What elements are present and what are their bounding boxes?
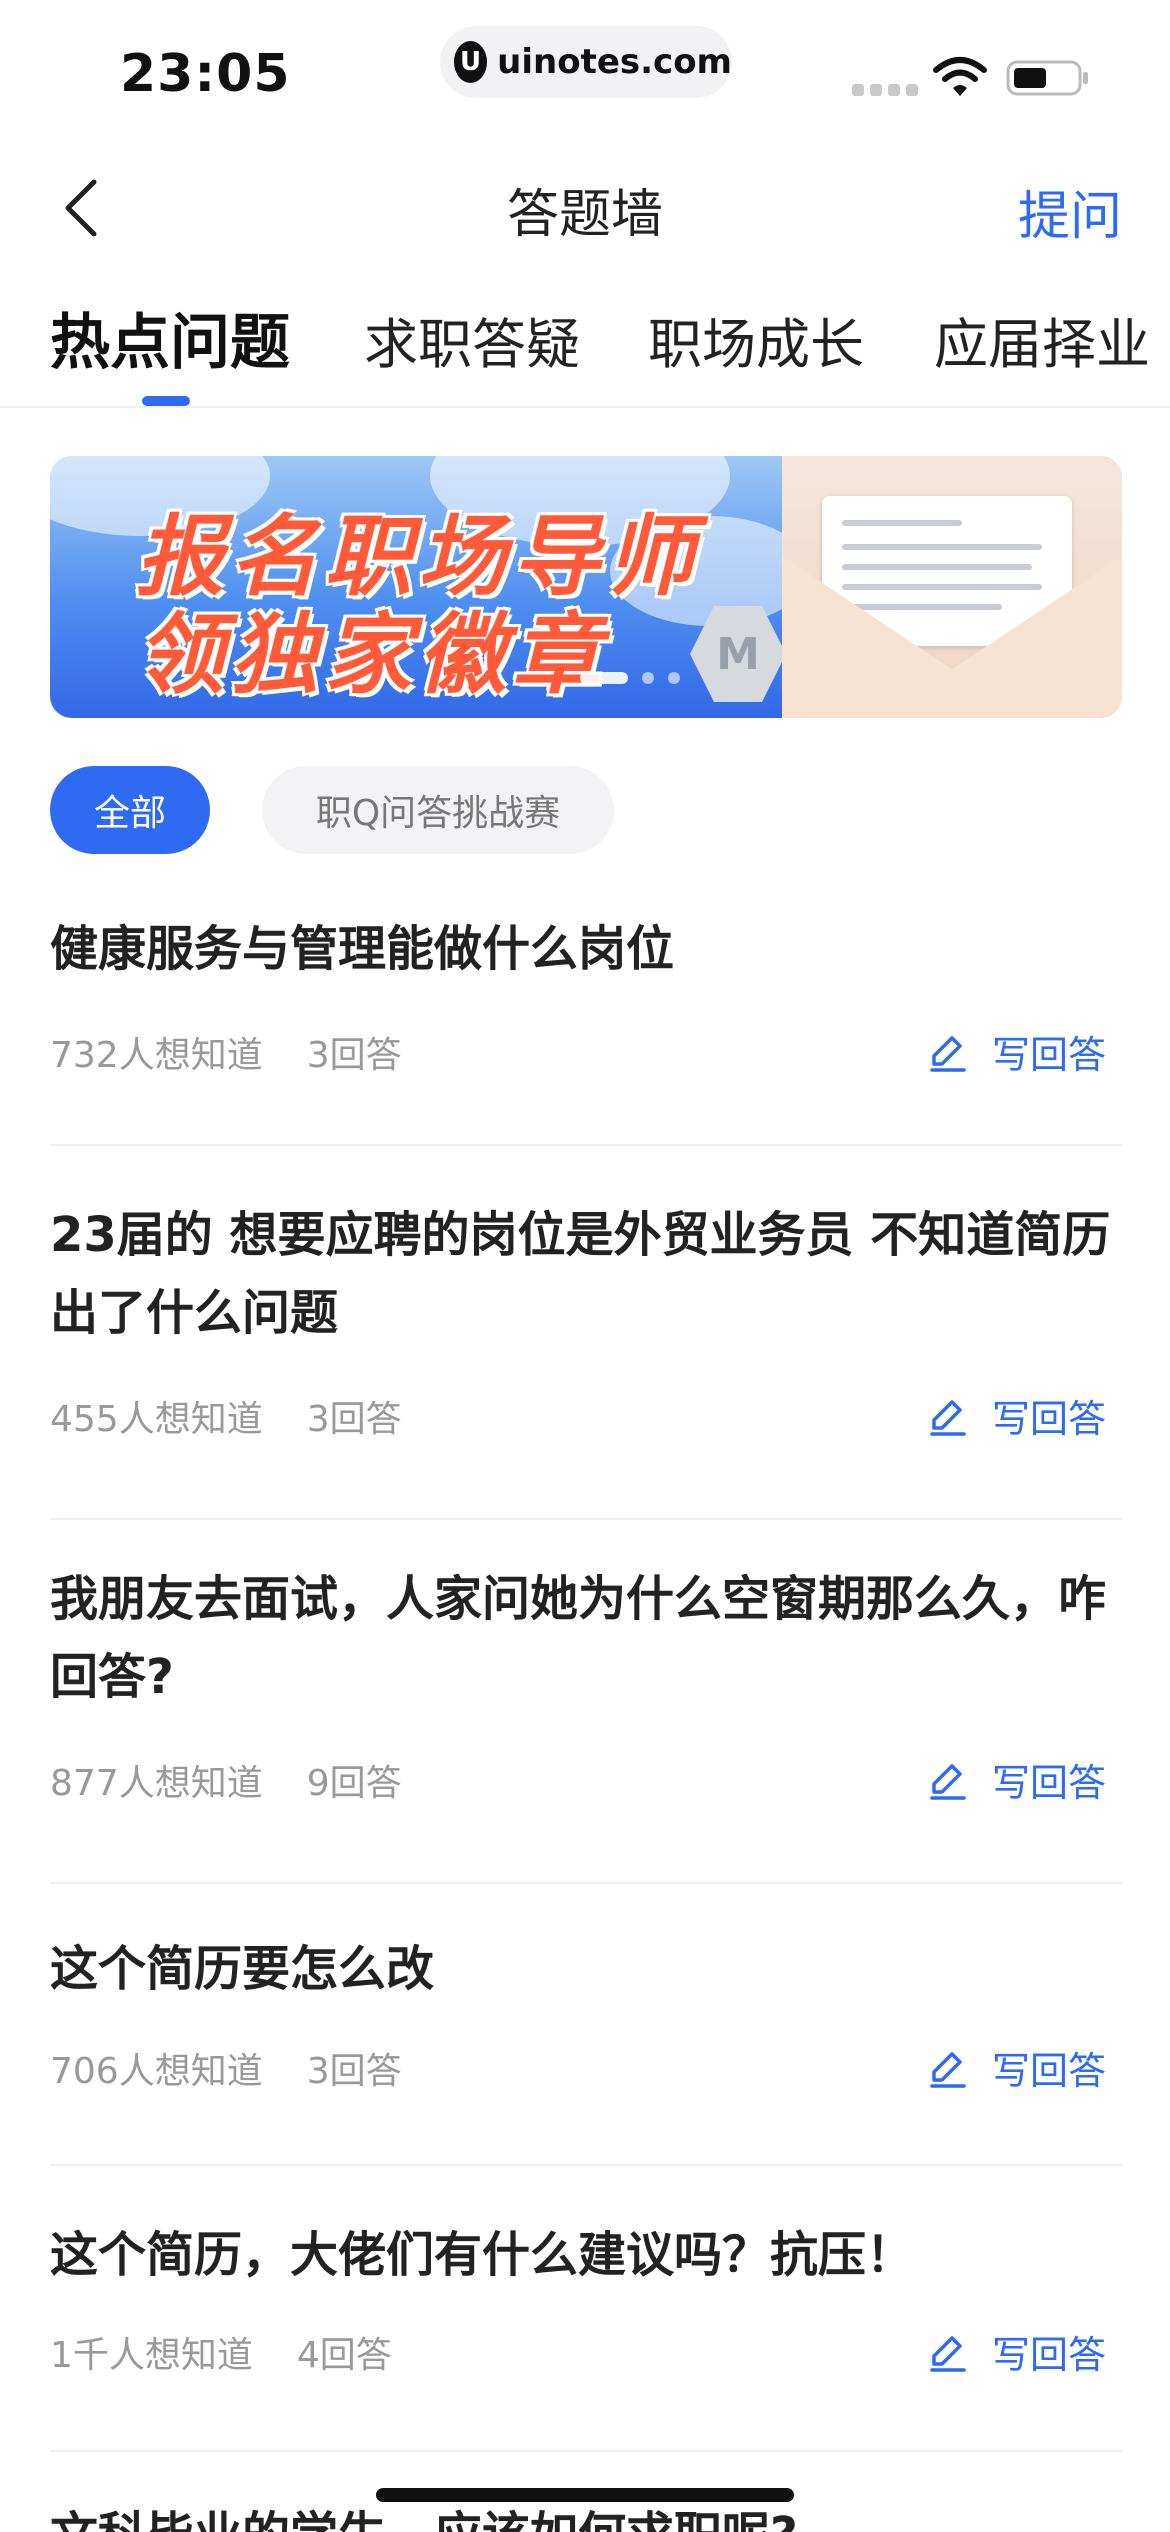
write-answer-button[interactable]: 写回答 <box>928 2040 1106 2095</box>
write-answer-label: 写回答 <box>991 1397 1106 1441</box>
question-item[interactable]: 23届的 想要应聘的岗位是外贸业务员 不知道简历出了什么问题 455人想知道 3回… <box>50 1196 1122 1520</box>
question-item[interactable]: 健康服务与管理能做什么岗位 732人想知道 3回答 写回答 <box>50 910 1122 1146</box>
interest-count: 732人想知道 <box>50 1035 263 1076</box>
question-item[interactable]: 这个简历，大佬们有什么建议吗？抗压！ 1千人想知道 4回答 写回答 <box>50 2216 1122 2452</box>
question-title[interactable]: 23届的 想要应聘的岗位是外贸业务员 不知道简历出了什么问题 <box>50 1196 1122 1352</box>
status-time: 23:05 <box>120 44 291 104</box>
write-answer-label: 写回答 <box>991 2049 1106 2093</box>
page-title: 答题墙 <box>506 185 663 245</box>
ask-question-button[interactable]: 提问 <box>1018 174 1122 249</box>
status-bar: 23:05 U uinotes.com <box>0 0 1170 140</box>
question-meta: 732人想知道 3回答 <box>50 1026 402 1078</box>
question-title[interactable]: 健康服务与管理能做什么岗位 <box>50 910 1122 988</box>
banner-subheadline: 领独家徽章 <box>136 603 607 706</box>
question-meta: 455人想知道 3回答 <box>50 1390 402 1442</box>
divider <box>50 1144 1122 1146</box>
question-meta: 1千人想知道 4回答 <box>50 2326 392 2378</box>
question-meta: 706人想知道 3回答 <box>50 2042 402 2094</box>
interest-count: 877人想知道 <box>50 1763 263 1804</box>
interest-count: 706人想知道 <box>50 2051 263 2092</box>
write-answer-button[interactable]: 写回答 <box>928 1752 1106 1807</box>
promo-banner[interactable]: 报名职场导师 领独家徽章 M <box>50 456 1122 718</box>
divider <box>50 1518 1122 1520</box>
tab-job-qa[interactable]: 求职答疑 <box>364 300 580 379</box>
filter-chip-all[interactable]: 全部 <box>50 766 210 854</box>
answer-count: 3回答 <box>306 2051 402 2092</box>
signal-icon <box>852 84 918 96</box>
answer-count: 3回答 <box>306 1399 402 1440</box>
question-item[interactable]: 我朋友去面试，人家问她为什么空窗期那么久，咋回答? 877人想知道 9回答 写回答 <box>50 1560 1122 1884</box>
tab-career-growth[interactable]: 职场成长 <box>648 300 864 379</box>
tab-hot-questions[interactable]: 热点问题 <box>50 294 290 381</box>
write-answer-button[interactable]: 写回答 <box>928 2324 1106 2379</box>
home-indicator[interactable] <box>376 2488 794 2502</box>
edit-icon <box>930 2051 966 2088</box>
write-answer-button[interactable]: 写回答 <box>928 1388 1106 1443</box>
answer-count: 9回答 <box>306 1763 402 1804</box>
url-text: uinotes.com <box>497 42 732 82</box>
divider <box>50 2450 1122 2452</box>
question-item[interactable]: 这个简历要怎么改 706人想知道 3回答 写回答 <box>50 1930 1122 2166</box>
carousel-dots <box>580 672 680 684</box>
carousel-dot-active <box>580 672 628 684</box>
battery-icon <box>1006 60 1088 96</box>
divider <box>50 1882 1122 1884</box>
question-title[interactable]: 我朋友去面试，人家问她为什么空窗期那么久，咋回答? <box>50 1560 1122 1716</box>
filter-chip-challenge[interactable]: 职Q问答挑战赛 <box>262 766 614 854</box>
carousel-dot <box>668 672 680 684</box>
tab-active-indicator <box>142 396 190 406</box>
question-meta: 877人想知道 9回答 <box>50 1754 402 1806</box>
write-answer-label: 写回答 <box>991 1033 1106 1077</box>
write-answer-label: 写回答 <box>991 2333 1106 2377</box>
edit-icon <box>930 1035 966 1072</box>
question-title[interactable]: 这个简历，大佬们有什么建议吗？抗压！ <box>50 2216 1122 2294</box>
interest-count: 455人想知道 <box>50 1399 263 1440</box>
write-answer-label: 写回答 <box>991 1761 1106 1805</box>
site-logo-icon: U <box>454 41 488 83</box>
carousel-dot <box>642 672 654 684</box>
edit-icon <box>930 1399 966 1436</box>
divider <box>50 2164 1122 2166</box>
category-tabs: 热点问题 求职答疑 职场成长 应届择业 <box>0 290 1170 408</box>
edit-icon <box>930 1763 966 1800</box>
question-title[interactable]: 这个简历要怎么改 <box>50 1930 1122 2008</box>
url-pill[interactable]: U uinotes.com <box>440 26 732 98</box>
tab-graduate-choice[interactable]: 应届择业 <box>934 300 1150 379</box>
nav-bar: 答题墙 提问 <box>0 160 1170 250</box>
edit-icon <box>930 2335 966 2372</box>
write-answer-button[interactable]: 写回答 <box>928 1024 1106 1079</box>
answer-count: 3回答 <box>306 1035 402 1076</box>
answer-count: 4回答 <box>296 2335 392 2376</box>
envelope-illustration <box>782 456 1122 718</box>
wifi-icon <box>933 57 987 96</box>
interest-count: 1千人想知道 <box>50 2335 253 2376</box>
